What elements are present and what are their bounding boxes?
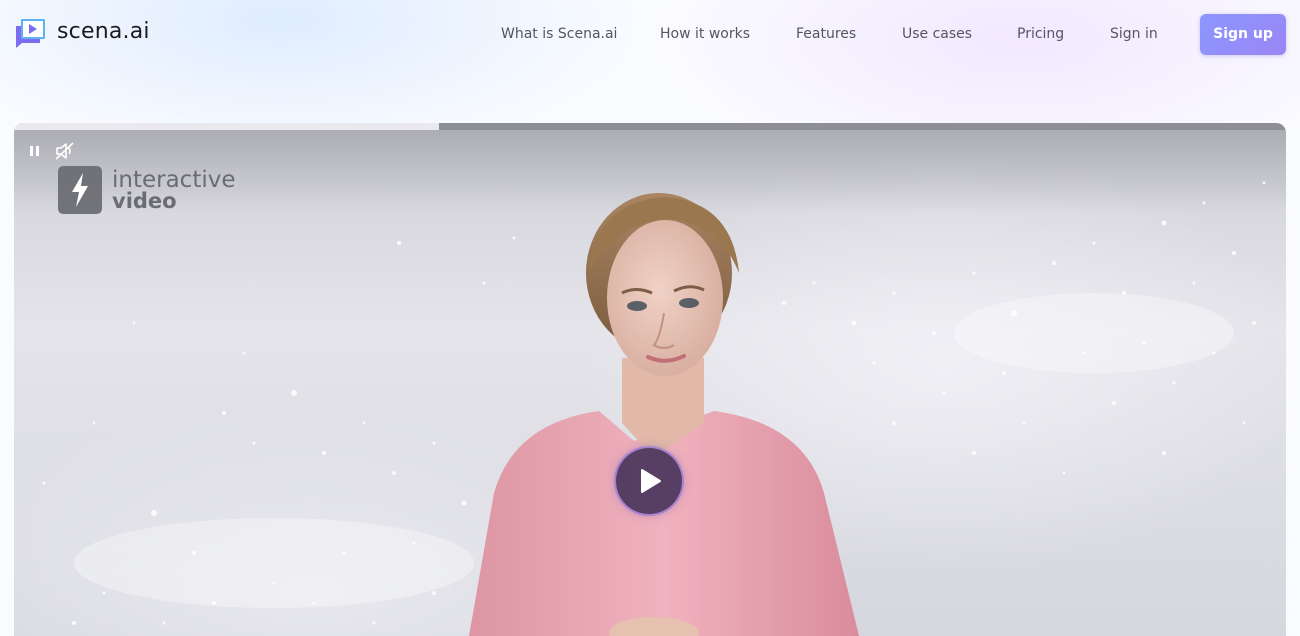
sign-up-button[interactable]: Sign up	[1200, 14, 1286, 55]
nav-use-cases[interactable]: Use cases	[902, 24, 972, 44]
video-progress-track[interactable]	[14, 123, 1286, 130]
play-button[interactable]	[616, 448, 682, 514]
pause-icon[interactable]	[28, 143, 42, 159]
video-progress-fill	[14, 123, 439, 130]
site-header: scena.ai What is Scena.ai How it works F…	[0, 0, 1300, 70]
play-chat-logo-icon[interactable]	[13, 17, 47, 49]
nav-how-it-works[interactable]: How it works	[660, 24, 750, 44]
nav-pricing[interactable]: Pricing	[1017, 24, 1064, 44]
video-player[interactable]: interactive video	[14, 123, 1286, 636]
watermark-line-2: video	[112, 189, 177, 213]
nav-features[interactable]: Features	[796, 24, 856, 44]
muted-speaker-icon[interactable]	[54, 141, 76, 161]
video-frame	[14, 123, 1286, 636]
avatar-presenter	[469, 193, 859, 636]
nav-sign-in[interactable]: Sign in	[1110, 24, 1158, 44]
play-icon	[641, 469, 661, 493]
nav-what-is-scena[interactable]: What is Scena.ai	[501, 24, 617, 44]
lightning-bolt-icon	[58, 166, 102, 214]
brand-name[interactable]: scena.ai	[57, 17, 150, 47]
